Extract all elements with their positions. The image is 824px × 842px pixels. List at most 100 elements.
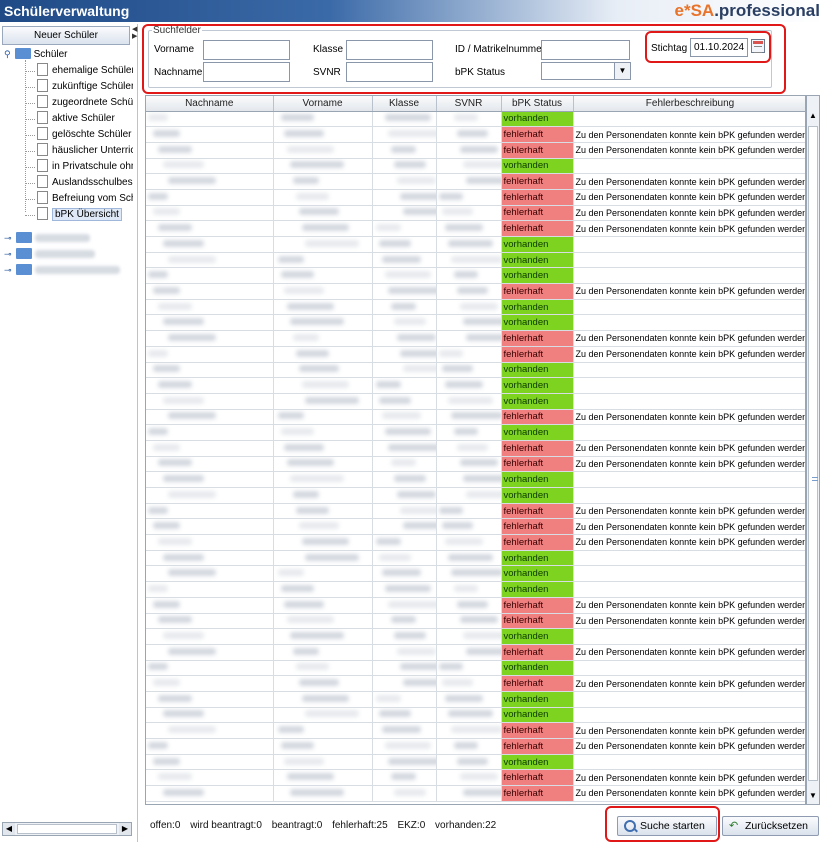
collapse-panel-arrows[interactable]: ◀ ▶: [132, 26, 137, 40]
fehlerhaft-count: fehlerhaft:25: [332, 820, 388, 831]
table-row[interactable]: fehlerhaft Zu den Personendaten konnte ke…: [146, 142, 805, 159]
table-row[interactable]: vorhanden: [146, 581, 805, 598]
scroll-right-arrow-icon[interactable]: ▶: [119, 823, 131, 835]
blurred-value: [148, 114, 168, 122]
table-row[interactable]: fehlerhaft Zu den Personendaten konnte ke…: [146, 205, 805, 222]
table-row[interactable]: fehlerhaft Zu den Personendaten konnte ke…: [146, 644, 805, 661]
table-vertical-scrollbar[interactable]: ▲ ▼: [806, 95, 820, 805]
scrollbar-thumb[interactable]: [808, 126, 818, 781]
tree-collapsed-icon[interactable]: ⊸: [4, 265, 12, 275]
scroll-up-arrow-icon[interactable]: ▲: [807, 110, 819, 122]
blurred-value: [277, 726, 304, 734]
tree-item[interactable]: gelöschte Schüler: [37, 126, 132, 143]
tree-item[interactable]: bPK Übersicht: [37, 206, 122, 223]
tree-collapsed-icon[interactable]: ⊸: [4, 233, 12, 243]
tree-expanded-icon[interactable]: ⚲: [4, 49, 11, 59]
tree-item[interactable]: in Privatschule ohne: [37, 158, 133, 175]
tree-item[interactable]: aktive Schüler: [37, 110, 115, 127]
table-row[interactable]: fehlerhaft Zu den Personendaten konnte ke…: [146, 126, 805, 143]
tree-folder-collapsed[interactable]: ⊸: [4, 262, 120, 278]
blurred-cell: [146, 267, 274, 285]
tree-item[interactable]: zugeordnete Schüler: [37, 94, 133, 111]
tree-item[interactable]: zukünftige Schüler: [37, 78, 133, 95]
table-row[interactable]: fehlerhaft Zu den Personendaten konnte ke…: [146, 173, 805, 190]
table-row[interactable]: vorhanden: [146, 314, 805, 332]
table-row[interactable]: vorhanden: [146, 252, 805, 269]
table-row[interactable]: fehlerhaft Zu den Personendaten konnte ke…: [146, 440, 805, 457]
tree-folder-collapsed[interactable]: ⊸: [4, 246, 95, 262]
table-row[interactable]: vorhanden: [146, 471, 805, 488]
blurred-cell: [273, 518, 373, 536]
table-row[interactable]: fehlerhaft Zu den Personendaten konnte ke…: [146, 518, 805, 536]
table-row[interactable]: vorhanden: [146, 377, 805, 394]
table-row[interactable]: vorhanden: [146, 660, 805, 677]
blurred-cell: [372, 409, 437, 426]
table-row[interactable]: fehlerhaft Zu den Personendaten konnte ke…: [146, 346, 805, 363]
bpk-status-cell: fehlerhaft: [501, 613, 574, 630]
tree-item[interactable]: ehemalige Schüler: [37, 62, 133, 79]
table-row[interactable]: fehlerhaft Zu den Personendaten konnte ke…: [146, 189, 805, 206]
table-row[interactable]: fehlerhaft Zu den Personendaten konnte ke…: [146, 283, 805, 300]
table-row[interactable]: fehlerhaft Zu den Personendaten konnte ke…: [146, 675, 805, 692]
bpk-status-cell: vorhanden: [501, 424, 574, 441]
table-row[interactable]: vorhanden: [146, 236, 805, 253]
blurred-cell: [436, 487, 502, 504]
scrollbar-thumb[interactable]: [17, 824, 117, 834]
tree-item[interactable]: Befreiung vom Schulbesuch: [37, 190, 133, 207]
blurred-value: [390, 616, 416, 624]
column-header[interactable]: Nachname: [146, 96, 274, 112]
new-student-button[interactable]: Neuer Schüler: [2, 26, 130, 45]
table-row[interactable]: vorhanden: [146, 393, 805, 410]
table-row[interactable]: vorhanden: [146, 299, 805, 316]
blurred-value: [390, 773, 416, 781]
reset-button[interactable]: ↶ Zurücksetzen: [722, 816, 819, 836]
table-row[interactable]: fehlerhaft Zu den Personendaten konnte ke…: [146, 785, 805, 802]
error-description-cell: [573, 660, 805, 677]
column-header[interactable]: Vorname: [273, 96, 373, 112]
table-row[interactable]: vorhanden: [146, 158, 805, 175]
table-row[interactable]: vorhanden: [146, 267, 805, 285]
table-row[interactable]: vorhanden: [146, 111, 805, 128]
table-row[interactable]: fehlerhaft Zu den Personendaten konnte ke…: [146, 456, 805, 473]
blurred-cell: [372, 785, 437, 802]
table-row[interactable]: vorhanden: [146, 691, 805, 708]
column-header[interactable]: Klasse: [372, 96, 437, 112]
blurred-value: [450, 569, 500, 577]
error-description-cell: [573, 550, 805, 567]
table-row[interactable]: fehlerhaft Zu den Personendaten konnte ke…: [146, 503, 805, 520]
table-row[interactable]: fehlerhaft Zu den Personendaten konnte ke…: [146, 597, 805, 614]
tree-horizontal-scrollbar[interactable]: ◀ ▶: [2, 822, 132, 836]
blurred-cell: [372, 769, 437, 787]
table-row[interactable]: vorhanden: [146, 565, 805, 583]
tree-item[interactable]: Auslandsschulbesuch: [37, 174, 133, 191]
scroll-left-arrow-icon[interactable]: ◀: [3, 823, 15, 835]
column-header[interactable]: Fehlerbeschreibung: [573, 96, 805, 112]
blurred-value: [387, 286, 435, 294]
table-row[interactable]: fehlerhaft Zu den Personendaten konnte ke…: [146, 613, 805, 630]
table-row[interactable]: fehlerhaft Zu den Personendaten konnte ke…: [146, 738, 805, 755]
table-row[interactable]: vorhanden: [146, 707, 805, 724]
tree-item[interactable]: häuslicher Unterricht: [37, 142, 133, 159]
table-row[interactable]: vorhanden: [146, 628, 805, 645]
table-row[interactable]: vorhanden: [146, 487, 805, 504]
table-row[interactable]: fehlerhaft Zu den Personendaten konnte ke…: [146, 534, 805, 551]
table-row[interactable]: fehlerhaft Zu den Personendaten konnte ke…: [146, 409, 805, 426]
blurred-value: [295, 506, 329, 514]
tree-collapsed-icon[interactable]: ⊸: [4, 249, 12, 259]
table-row[interactable]: vorhanden: [146, 550, 805, 567]
column-header[interactable]: bPK Status: [501, 96, 574, 112]
table-row[interactable]: fehlerhaft Zu den Personendaten konnte ke…: [146, 220, 805, 237]
scroll-down-arrow-icon[interactable]: ▼: [807, 790, 819, 802]
table-row[interactable]: vorhanden: [146, 362, 805, 379]
table-row[interactable]: fehlerhaft Zu den Personendaten konnte ke…: [146, 722, 805, 739]
blurred-folder-label: [34, 266, 120, 275]
table-row[interactable]: vorhanden: [146, 424, 805, 441]
table-row[interactable]: vorhanden: [146, 754, 805, 771]
blurred-cell: [436, 205, 502, 222]
search-start-button[interactable]: Suche starten: [617, 816, 717, 836]
tree-root-schueler[interactable]: ⚲ Schüler: [4, 46, 68, 62]
table-row[interactable]: fehlerhaft Zu den Personendaten konnte ke…: [146, 330, 805, 347]
column-header[interactable]: SVNR: [436, 96, 502, 112]
tree-folder-collapsed[interactable]: ⊸: [4, 230, 90, 246]
table-row[interactable]: fehlerhaft Zu den Personendaten konnte ke…: [146, 769, 805, 787]
